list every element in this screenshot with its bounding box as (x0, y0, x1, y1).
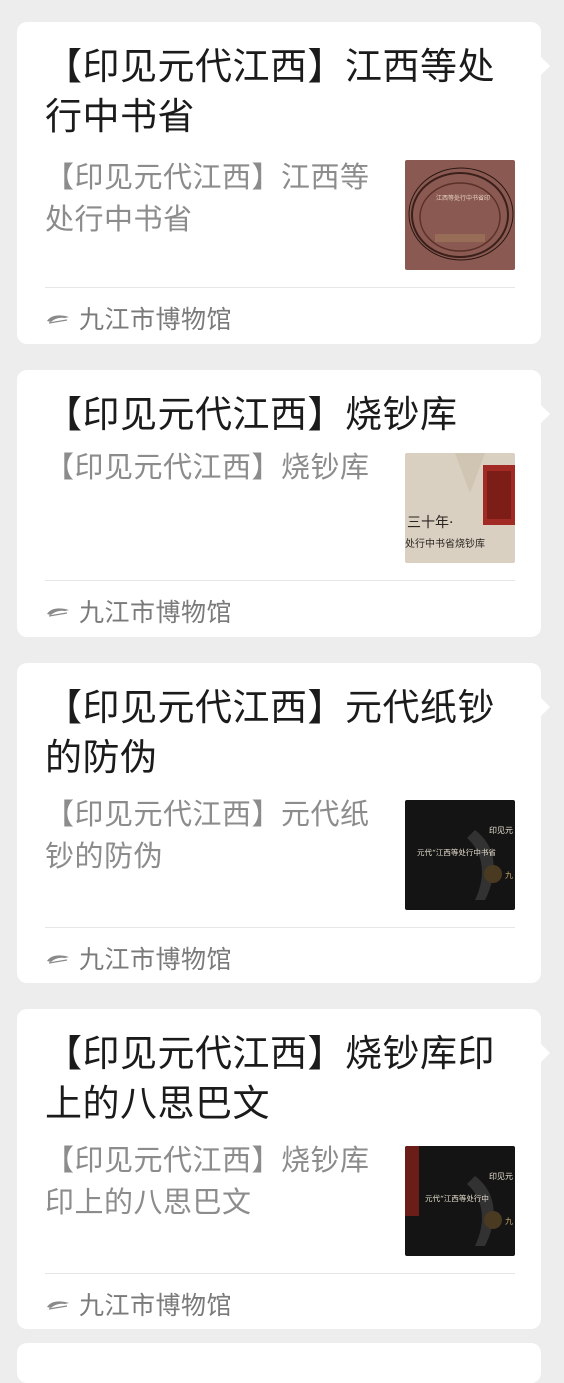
article-card[interactable]: 【印见元代江西】烧钞库印上的八思巴文 【印见元代江西】烧钞库印上的八思巴文 印见… (17, 1009, 550, 1329)
article-title[interactable]: 【印见元代江西】江西等处行中书省 (45, 42, 517, 142)
article-card[interactable] (17, 1343, 541, 1383)
thumbnail-caption: 印见元 (489, 1172, 513, 1181)
museum-logo-icon (45, 1297, 71, 1311)
article-thumbnail[interactable]: 印见元 元代“江西等处行中书省 九 (405, 800, 515, 910)
article-source[interactable]: 九江市博物馆 (45, 596, 515, 627)
source-name: 九江市博物馆 (79, 1291, 233, 1320)
thumbnail-caption: 元代“江西等处行中书省 (417, 847, 496, 857)
article-digest: 【印见元代江西】江西等处行中书省 (45, 160, 370, 236)
divider (45, 287, 515, 288)
divider (45, 580, 515, 581)
thumbnail-caption: 九 (505, 1217, 513, 1226)
museum-logo-icon (45, 311, 71, 325)
article-source[interactable]: 九江市博物馆 (45, 1289, 515, 1320)
article-source[interactable]: 九江市博物馆 (45, 303, 515, 334)
museum-logo-icon (45, 604, 71, 618)
article-digest: 【印见元代江西】烧钞库印上的八思巴文 (45, 1143, 370, 1219)
article-title[interactable]: 【印见元代江西】烧钞库印上的八思巴文 (45, 1029, 517, 1129)
source-name: 九江市博物馆 (79, 945, 233, 974)
article-thumbnail[interactable]: 印见元 元代“江西等处行中 九 (405, 1146, 515, 1256)
divider (45, 927, 515, 928)
article-digest: 【印见元代江西】元代纸钞的防伪 (45, 797, 370, 873)
thumbnail-caption: 三十年· (407, 515, 453, 531)
article-card[interactable]: 【印见元代江西】烧钞库 【印见元代江西】烧钞库 三十年· 处行中书省烧钞库 九江… (17, 370, 550, 637)
article-thumbnail[interactable]: 三十年· 处行中书省烧钞库 (405, 453, 515, 563)
article-card[interactable]: 【印见元代江西】元代纸钞的防伪 【印见元代江西】元代纸钞的防伪 印见元 元代“江… (17, 663, 550, 983)
thumbnail-caption: 江西等处行中书省印 (436, 194, 490, 202)
article-title[interactable]: 【印见元代江西】元代纸钞的防伪 (45, 683, 517, 783)
article-digest: 【印见元代江西】烧钞库 (45, 450, 370, 484)
divider (45, 1273, 515, 1274)
article-thumbnail[interactable]: 江西等处行中书省印 (405, 160, 515, 270)
museum-logo-icon (45, 951, 71, 965)
thumbnail-caption: 九 (505, 871, 513, 880)
source-name: 九江市博物馆 (79, 598, 233, 627)
thumbnail-caption: 印见元 (489, 826, 513, 835)
thumbnail-caption: 处行中书省烧钞库 (405, 537, 485, 550)
article-card[interactable]: 【印见元代江西】江西等处行中书省 【印见元代江西】江西等处行中书省 江西等处行中… (17, 22, 550, 344)
article-title[interactable]: 【印见元代江西】烧钞库 (45, 390, 517, 440)
thumbnail-caption: 元代“江西等处行中 (425, 1193, 489, 1203)
article-source[interactable]: 九江市博物馆 (45, 943, 515, 974)
source-name: 九江市博物馆 (79, 305, 233, 334)
